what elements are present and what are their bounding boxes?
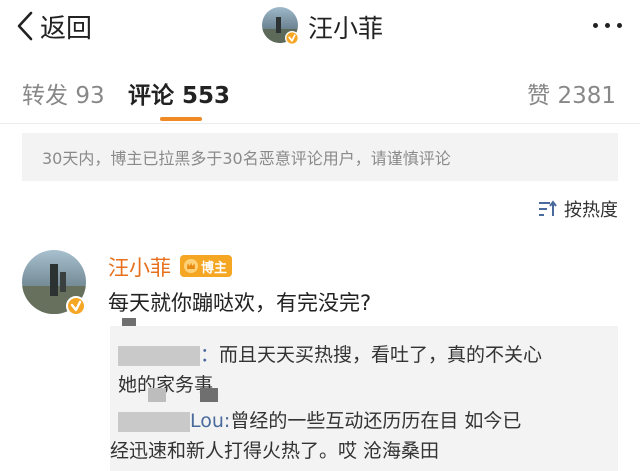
back-label: 返回 xyxy=(40,13,93,44)
reply-item[interactable]: Lou:曾经的一些互动还历历在目 如今已 经迅速和新人打得火热了。哎 沧海桑田 xyxy=(110,406,618,466)
sort-label: 按热度 xyxy=(564,200,618,221)
active-tab-indicator xyxy=(160,117,202,121)
verified-icon xyxy=(285,31,299,45)
reply-username[interactable]: Lou: xyxy=(190,410,230,432)
tab-forward[interactable]: 转发 93 xyxy=(22,76,105,110)
redacted-username xyxy=(118,411,190,432)
reply-list[interactable]: ：而且天天买热搜，看吐了，真的不关心 她的家务事 Lou:曾经的一些互动还历历在… xyxy=(110,326,618,471)
redacted-username xyxy=(118,345,200,366)
comment-notice-banner: 30天内，博主已拉黑多于30名恶意评论用户，请谨慎评论 xyxy=(22,133,618,181)
tab-comments-count: 553 xyxy=(182,83,231,109)
back-button[interactable]: 返回 xyxy=(16,8,92,44)
sort-icon xyxy=(539,200,557,216)
comment-text: 每天就你蹦哒欢，有完没完? xyxy=(108,291,372,315)
reply-text: 经迅速和新人打得火热了。哎 沧海桑田 xyxy=(110,440,440,462)
page-title: 汪小菲 xyxy=(308,14,384,43)
tab-bar: 转发 93 评论 553 赞 2381 xyxy=(0,58,640,122)
blogger-badge-label: 博主 xyxy=(201,260,228,276)
tab-likes-count: 2381 xyxy=(557,83,616,109)
tab-comments-label: 评论 xyxy=(128,83,174,109)
navigation-bar: 返回 汪小菲 xyxy=(0,0,640,58)
tab-comments[interactable]: 评论 553 xyxy=(128,76,230,110)
verified-icon xyxy=(66,296,86,316)
blogger-badge: 博主 xyxy=(180,255,233,277)
tab-forward-label: 转发 xyxy=(22,83,68,109)
reply-username[interactable]: ： xyxy=(200,344,219,366)
reply-text: 曾经的一些互动还历历在目 如今已 xyxy=(230,410,522,432)
reply-text: 而且天天买热搜，看吐了，真的不关心 xyxy=(219,344,543,366)
more-dot-icon xyxy=(605,23,610,28)
reply-item[interactable]: ：而且天天买热搜，看吐了，真的不关心 她的家务事 xyxy=(110,340,618,400)
redaction-block xyxy=(200,388,218,402)
chevron-left-icon xyxy=(17,11,33,41)
more-dot-icon xyxy=(617,23,622,28)
tab-likes[interactable]: 赞 2381 xyxy=(527,76,616,110)
more-dot-icon xyxy=(593,23,598,28)
commenter-name[interactable]: 汪小菲 xyxy=(108,252,171,282)
notice-text: 30天内，博主已拉黑多于30名恶意评论用户，请谨慎评论 xyxy=(42,149,451,168)
sort-button[interactable]: 按热度 xyxy=(538,196,618,222)
tab-forward-count: 93 xyxy=(75,83,105,109)
divider xyxy=(0,123,640,124)
redaction-block xyxy=(122,318,136,326)
more-options-button[interactable] xyxy=(593,23,622,28)
tab-likes-label: 赞 xyxy=(527,83,551,109)
redaction-block xyxy=(148,388,166,402)
crown-icon xyxy=(184,259,198,273)
